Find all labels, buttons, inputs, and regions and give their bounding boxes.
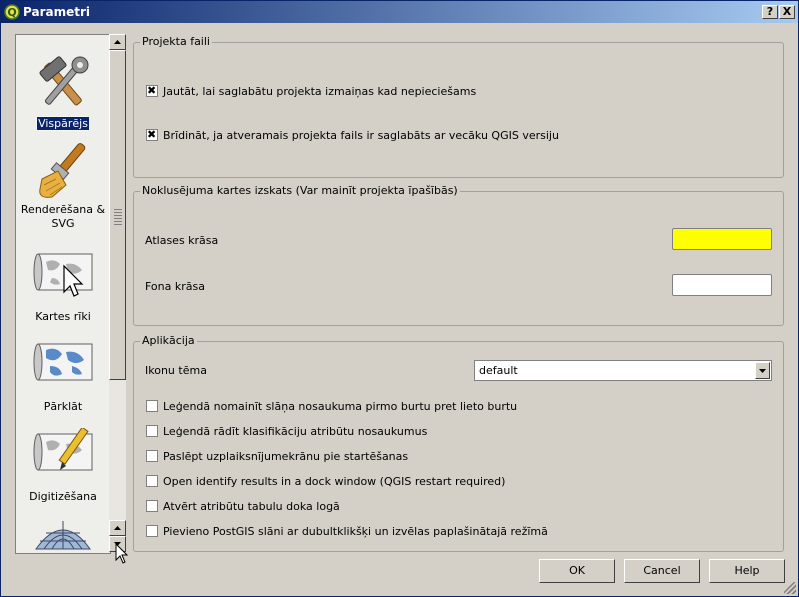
default-map-title: Noklusējuma kartes izskats (Var mainīt p… — [140, 184, 460, 197]
option-label: Open identify results in a dock window (… — [163, 475, 506, 488]
sidebar-label-digitizing: Digitizēšana — [29, 490, 97, 503]
map-pointer-icon — [33, 253, 93, 297]
sidebar-item-partial[interactable] — [16, 515, 110, 553]
option-label: Leģendā nomainīt slāņa nosaukuma pirmo b… — [163, 400, 518, 413]
option-label: Paslēpt uzplaiksnījumekrānu pie startēša… — [163, 450, 409, 463]
sidebar-label-map-tools: Kartes rīki — [35, 310, 91, 323]
close-title-button[interactable]: X — [779, 5, 795, 19]
sidebar-label-rendering: Renderēšana & SVG — [20, 203, 106, 230]
chevron-down-icon — [759, 369, 766, 373]
ok-button[interactable]: OK — [539, 559, 615, 583]
background-color-label: Fona krāsa — [145, 280, 205, 293]
capitalize-layer-name-checkbox[interactable] — [146, 400, 158, 412]
sidebar-scrollbar[interactable] — [109, 34, 126, 552]
tools-icon — [39, 56, 89, 106]
sidebar-item-overlay[interactable]: Pārklāt — [16, 338, 110, 418]
mouse-cursor-icon — [115, 543, 129, 564]
attribute-table-dock-checkbox[interactable] — [146, 500, 158, 512]
icon-theme-label: Ikonu tēma — [145, 364, 207, 377]
arrow-up-icon — [114, 40, 121, 44]
svg-text:Q: Q — [7, 6, 16, 19]
identify-dock-checkbox[interactable] — [146, 475, 158, 487]
grip-icon — [114, 209, 122, 225]
warn-old-version-label: Brīdināt, ja atveramais projekta fails i… — [163, 129, 559, 142]
application-title: Aplikācija — [140, 334, 197, 347]
option-label: Pievieno PostGIS slāni ar dubultklikšķi … — [163, 525, 548, 538]
project-files-title: Projekta faili — [140, 35, 212, 48]
scroll-thumb[interactable] — [109, 50, 126, 380]
sidebar-label-overlay: Pārklāt — [43, 400, 83, 413]
resize-grip-icon[interactable] — [784, 582, 796, 594]
postgis-doubleclick-checkbox[interactable] — [146, 525, 158, 537]
preferences-window: Q Parametri ? X Vispārējs Renderēšana & … — [0, 0, 799, 597]
scroll-up-button-lower[interactable] — [109, 520, 126, 536]
hide-splash-checkbox[interactable] — [146, 450, 158, 462]
category-list: Vispārējs Renderēšana & SVG Kartes rīki — [15, 34, 111, 554]
icon-theme-value: default — [479, 364, 518, 377]
option-label: Atvērt atribūtu tabulu doka logā — [163, 500, 340, 513]
prompt-save-label: Jautāt, lai saglabātu projekta izmaiņas … — [163, 85, 477, 98]
warn-old-version-checkbox[interactable] — [146, 128, 158, 141]
window-title: Parametri — [23, 5, 90, 19]
selection-color-label: Atlases krāsa — [145, 234, 219, 247]
help-button[interactable]: Help — [709, 559, 785, 583]
icon-theme-select[interactable]: default — [474, 360, 772, 381]
sidebar-item-digitizing[interactable]: Digitizēšana — [16, 428, 110, 508]
qgis-logo-icon: Q — [4, 4, 20, 20]
help-title-button[interactable]: ? — [762, 5, 778, 19]
cancel-button[interactable]: Cancel — [624, 559, 700, 583]
scroll-up-button[interactable] — [109, 34, 126, 50]
show-classification-attr-checkbox[interactable] — [146, 425, 158, 437]
sidebar-item-rendering[interactable]: Renderēšana & SVG — [16, 141, 110, 241]
map-overlay-icon — [33, 343, 93, 381]
title-bar: Q Parametri ? X — [1, 1, 798, 23]
map-pencil-icon — [33, 428, 93, 471]
background-color-button[interactable] — [672, 274, 772, 296]
sidebar-item-map-tools[interactable]: Kartes rīki — [16, 248, 110, 328]
globe-grid-icon — [35, 521, 91, 550]
dropdown-button[interactable] — [755, 362, 770, 379]
sidebar-item-general[interactable]: Vispārējs — [16, 53, 110, 153]
prompt-save-checkbox[interactable] — [146, 84, 158, 97]
arrow-up-icon — [114, 526, 121, 530]
option-label: Leģendā rādīt klasifikāciju atribūtu nos… — [163, 425, 428, 438]
sidebar-label-general: Vispārējs — [36, 116, 90, 131]
default-map-group: Noklusējuma kartes izskats (Var mainīt p… — [133, 184, 784, 326]
brush-icon — [39, 143, 86, 198]
selection-color-button[interactable] — [672, 228, 772, 250]
project-files-group: Projekta faili — [133, 35, 784, 178]
